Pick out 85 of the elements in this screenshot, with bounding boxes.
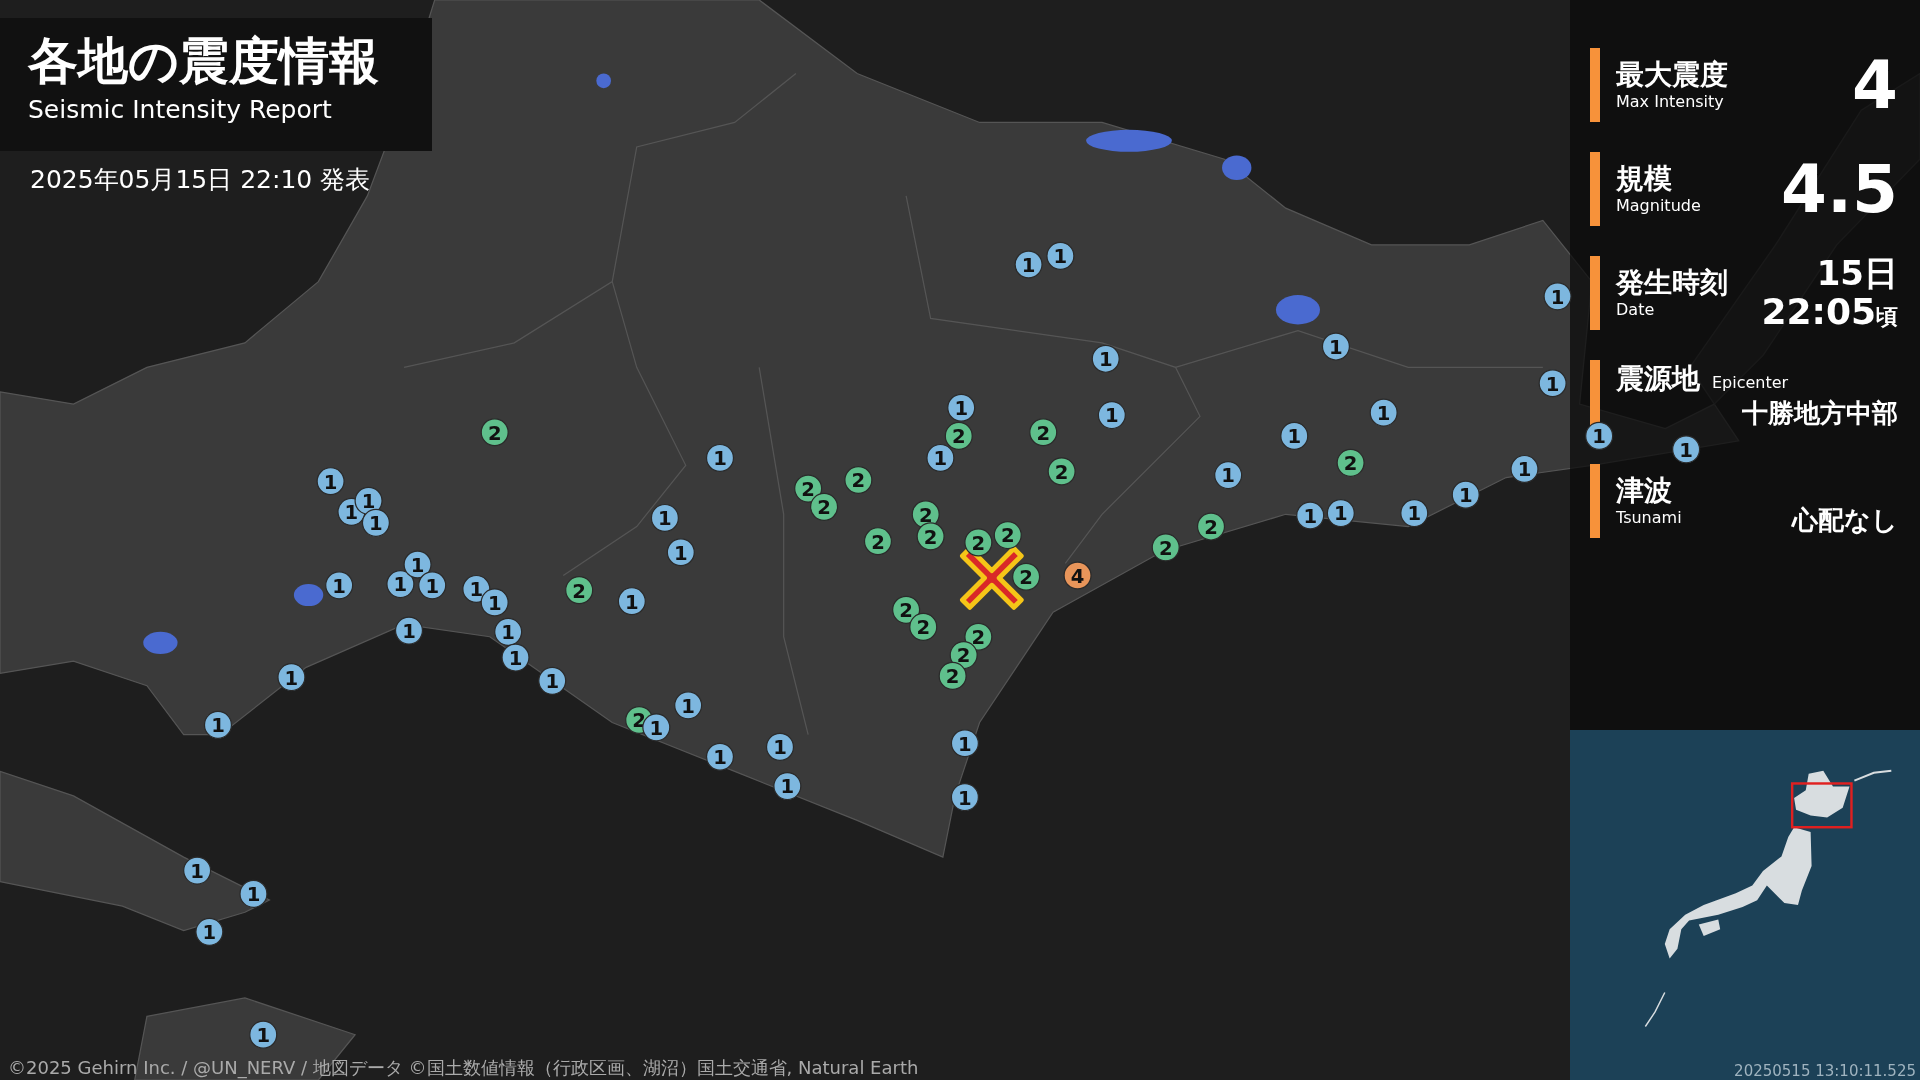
- info-label-english: Tsunami: [1616, 507, 1682, 527]
- region-frame: [1790, 782, 1853, 829]
- intensity-marker: 1: [418, 571, 447, 600]
- intensity-marker: 1: [950, 729, 979, 758]
- credits: ©2025 Gehirn Inc. / @UN_NERV / 地図データ ©国土数値情報（行政区画、湖沼）国土交通省, Natural Earth: [8, 1056, 919, 1080]
- lake: [1275, 295, 1320, 325]
- info-label: 規模: [1616, 163, 1673, 196]
- intensity-marker: 1: [1214, 461, 1243, 490]
- intensity-marker: 2: [938, 661, 967, 690]
- intensity-marker: 2: [1151, 533, 1180, 562]
- intensity-marker: 1: [773, 772, 802, 801]
- intensity-marker: 2: [993, 521, 1022, 550]
- info-label: 発生時刻: [1616, 267, 1728, 300]
- intensity-marker: 1: [1451, 480, 1480, 509]
- lake: [1222, 155, 1252, 180]
- intensity-marker: 2: [916, 522, 945, 551]
- lake: [143, 631, 178, 654]
- intensity-marker: 1: [926, 443, 955, 473]
- time-value: 22:05: [1761, 291, 1876, 332]
- info-label: 最大震度: [1616, 59, 1728, 92]
- intensity-marker: 2: [1196, 512, 1226, 541]
- intensity-marker: 1: [361, 508, 390, 537]
- info-label-english: Max Intensity: [1616, 91, 1725, 111]
- intensity-marker: 1: [249, 1020, 278, 1049]
- title: 各地の震度情報: [28, 34, 380, 89]
- intensity-marker: 1: [765, 732, 795, 761]
- intensity-marker: 1: [705, 443, 735, 473]
- intensity-marker: 2: [1047, 457, 1076, 486]
- info-value: 4: [1852, 46, 1898, 124]
- intensity-marker: 4: [1063, 561, 1092, 590]
- intensity-marker: 1: [195, 917, 224, 946]
- intensity-marker: 2: [1336, 448, 1365, 477]
- intensity-marker: 1: [705, 742, 735, 771]
- intensity-marker: 1: [1097, 401, 1126, 430]
- intensity-marker: 1: [394, 616, 424, 645]
- info-value: 4.5: [1781, 150, 1898, 228]
- intensity-marker: 1: [501, 643, 530, 672]
- intensity-marker: 1: [1543, 282, 1572, 311]
- lake: [293, 584, 324, 607]
- intensity-marker: 1: [538, 666, 567, 695]
- lake: [596, 73, 611, 89]
- intensity-marker: 1: [494, 617, 523, 646]
- intensity-marker: 2: [565, 576, 594, 605]
- date-value: 15日: [1816, 254, 1898, 292]
- info-label: 震源地: [1616, 363, 1700, 396]
- intensity-marker: 2: [863, 527, 893, 556]
- intensity-marker: 1: [617, 587, 646, 616]
- intensity-marker: 1: [277, 663, 306, 692]
- intensity-marker: 2: [944, 421, 973, 450]
- info-label-english: Magnitude: [1616, 195, 1701, 215]
- intensity-marker: 2: [964, 528, 993, 557]
- intensity-marker: 1: [650, 503, 679, 533]
- info-label-english: Date: [1616, 299, 1656, 319]
- intensity-marker: 1: [674, 691, 703, 720]
- timestamp: 20250515 13:10:11.525: [1734, 1062, 1916, 1080]
- issued-time: 2025年05月15日 22:10 発表: [30, 164, 371, 196]
- intensity-marker: 2: [1029, 418, 1058, 447]
- intensity-marker: 1: [1046, 241, 1075, 270]
- time-suffix: 頃: [1876, 303, 1898, 331]
- intensity-marker: 1: [1369, 398, 1398, 427]
- intensity-marker: 1: [1280, 421, 1309, 450]
- intensity-marker: 1: [1091, 344, 1120, 373]
- intensity-marker: 1: [316, 467, 345, 496]
- intensity-marker: 1: [1510, 454, 1539, 484]
- intensity-marker: 1: [239, 879, 268, 908]
- intensity-marker: 2: [1012, 562, 1041, 591]
- intensity-marker: 1: [1326, 498, 1355, 528]
- intensity-marker: 1: [666, 538, 695, 567]
- intensity-marker: 1: [183, 856, 212, 885]
- intensity-marker: 1: [1321, 332, 1350, 361]
- subtitle: Seismic Intensity Report: [28, 95, 333, 124]
- intensity-marker: 2: [844, 465, 873, 495]
- info-value: 心配なし: [1792, 504, 1898, 537]
- intensity-marker: 1: [947, 393, 976, 422]
- info-label: 津波: [1616, 475, 1673, 508]
- intensity-marker: 1: [950, 783, 979, 812]
- info-label-english: Epicenter: [1712, 373, 1789, 393]
- intensity-marker: 1: [1296, 501, 1325, 530]
- intensity-marker: 1: [1400, 498, 1429, 528]
- intensity-marker: 1: [1014, 250, 1043, 279]
- intensity-marker: 1: [203, 710, 233, 739]
- intensity-marker: 1: [1538, 369, 1567, 398]
- info-value: 十勝地方中部: [1742, 396, 1898, 430]
- intensity-marker: 2: [480, 418, 509, 447]
- intensity-marker: 1: [325, 571, 354, 600]
